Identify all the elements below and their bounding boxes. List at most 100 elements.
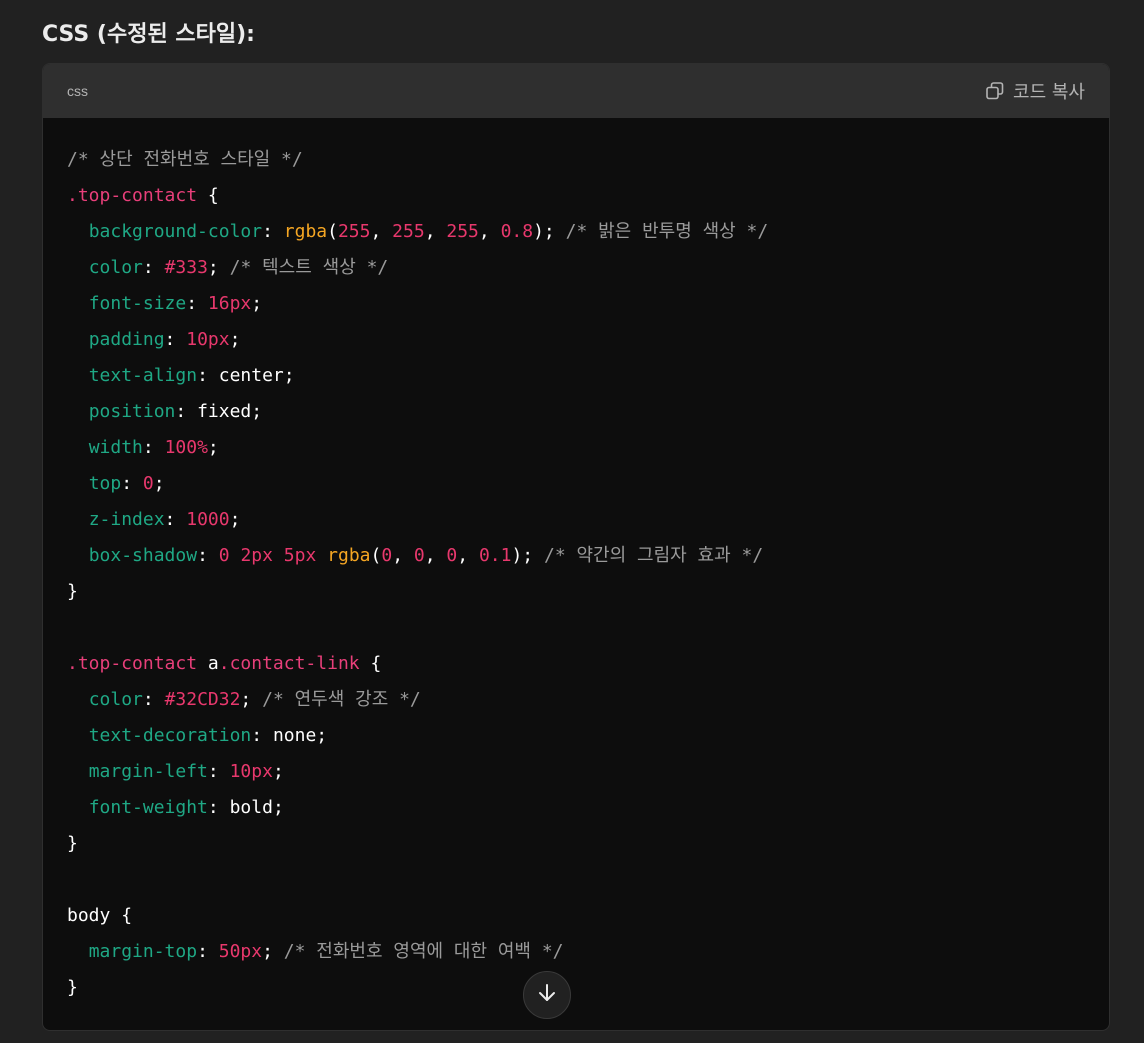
code-token-punct xyxy=(67,401,89,422)
code-token-punct: ; xyxy=(240,689,263,710)
copy-icon xyxy=(985,81,1005,101)
code-line: .top-contact a.contact-link { xyxy=(67,646,1085,682)
code-token-comment: /* 연두색 강조 */ xyxy=(262,689,421,710)
code-token-punct: ; xyxy=(272,761,284,782)
code-token-punct xyxy=(67,221,89,242)
code-token-selector: .contact-link xyxy=(218,653,360,674)
code-token-punct: ( xyxy=(327,221,338,242)
code-token-punct: , xyxy=(424,221,447,242)
code-token-prop: color xyxy=(88,257,143,278)
code-token-prop: position xyxy=(88,401,176,422)
code-token-prop: color xyxy=(88,689,143,710)
code-token-punct xyxy=(316,545,327,566)
code-token-kw: a xyxy=(197,653,219,674)
code-line: color: #333; /* 텍스트 색상 */ xyxy=(67,250,1085,286)
code-token-comment: /* 상단 전화번호 스타일 */ xyxy=(67,149,303,170)
code-block: css 코드 복사 /* 상단 전화번호 스타일 */ .top-contact … xyxy=(42,63,1110,1031)
code-token-punct xyxy=(67,797,89,818)
code-token-punct xyxy=(273,545,284,566)
code-line: position: fixed; xyxy=(67,394,1085,430)
code-token-kw: fixed xyxy=(197,401,252,422)
chat-page: CSS (수정된 스타일): css 코드 복사 /* 상단 전화번호 스타일 … xyxy=(0,0,1144,1043)
code-line: /* 상단 전화번호 스타일 */ xyxy=(67,142,1085,178)
code-token-punct: : xyxy=(164,509,187,530)
code-token-num: 0 xyxy=(446,545,458,566)
code-line: width: 100%; xyxy=(67,430,1085,466)
code-line: z-index: 1000; xyxy=(67,502,1085,538)
code-token-kw: none xyxy=(272,725,317,746)
code-token-num: 2px xyxy=(240,545,273,566)
code-token-kw: bold xyxy=(229,797,273,818)
code-token-punct: ; xyxy=(272,797,284,818)
code-token-selector: .top-contact xyxy=(67,185,198,206)
code-token-punct: ; xyxy=(251,293,263,314)
code-token-prop: box-shadow xyxy=(88,545,198,566)
code-content: /* 상단 전화번호 스타일 */ .top-contact { backgrou… xyxy=(43,118,1109,1006)
code-line: margin-top: 50px; /* 전화번호 영역에 대한 여백 */ xyxy=(67,934,1085,970)
code-token-punct: : xyxy=(142,689,165,710)
code-token-punct: , xyxy=(424,545,447,566)
code-token-num: 100% xyxy=(164,437,208,458)
scroll-down-button[interactable] xyxy=(523,971,571,1019)
code-token-punct: : xyxy=(186,293,208,314)
code-token-punct xyxy=(67,725,89,746)
code-token-punct: ; xyxy=(229,329,241,350)
code-token-num: 5px xyxy=(283,545,317,566)
code-token-punct xyxy=(67,365,89,386)
code-token-num: 50px xyxy=(218,941,263,962)
code-token-punct: ; xyxy=(153,473,165,494)
code-line: } xyxy=(67,574,1085,610)
code-language-label: css xyxy=(67,83,88,99)
code-token-prop: font-weight xyxy=(88,797,208,818)
code-token-num: 0 xyxy=(142,473,154,494)
arrow-down-icon xyxy=(536,982,558,1009)
code-token-prop: top xyxy=(88,473,122,494)
code-line: margin-left: 10px; xyxy=(67,754,1085,790)
code-token-punct: ; xyxy=(262,941,284,962)
code-token-punct: : xyxy=(207,797,230,818)
code-token-punct xyxy=(230,545,241,566)
code-line: body { xyxy=(67,898,1085,934)
code-token-punct: : xyxy=(251,725,273,746)
code-token-punct xyxy=(67,473,89,494)
code-token-num: 255 xyxy=(446,221,479,242)
code-token-punct: , xyxy=(392,545,414,566)
code-token-punct: : xyxy=(164,329,187,350)
copy-code-button[interactable]: 코드 복사 xyxy=(985,78,1085,104)
code-line: .top-contact { xyxy=(67,178,1085,214)
code-token-punct: : xyxy=(142,257,165,278)
code-line: text-align: center; xyxy=(67,358,1085,394)
code-line: } xyxy=(67,826,1085,862)
code-token-punct: : xyxy=(207,761,230,782)
code-token-num: 255 xyxy=(392,221,425,242)
code-token-num: #32CD32 xyxy=(164,689,241,710)
code-token-punct: } xyxy=(67,581,78,602)
code-token-punct xyxy=(67,437,89,458)
code-token-selector: .top-contact xyxy=(67,653,198,674)
code-token-fn: rgba xyxy=(327,545,371,566)
code-line: box-shadow: 0 2px 5px rgba(0, 0, 0, 0.1)… xyxy=(67,538,1085,574)
code-token-punct: } xyxy=(67,833,78,854)
code-token-punct: } xyxy=(67,977,78,998)
code-token-prop: text-align xyxy=(88,365,198,386)
code-token-punct: , xyxy=(478,221,501,242)
code-token-comment: /* 텍스트 색상 */ xyxy=(229,257,389,278)
code-token-punct: , xyxy=(370,221,393,242)
code-line: background-color: rgba(255, 255, 255, 0.… xyxy=(67,214,1085,250)
code-token-prop: font-size xyxy=(88,293,187,314)
code-token-num: 255 xyxy=(337,221,371,242)
code-token-punct: : xyxy=(197,941,219,962)
code-token-comment: /* 전화번호 영역에 대한 여백 */ xyxy=(283,941,564,962)
code-token-punct: : xyxy=(262,221,284,242)
code-token-punct xyxy=(67,293,89,314)
code-token-prop: background-color xyxy=(88,221,263,242)
code-token-kw: body xyxy=(67,905,111,926)
code-token-prop: margin-left xyxy=(88,761,208,782)
code-token-fn: rgba xyxy=(283,221,328,242)
code-token-kw: center xyxy=(218,365,284,386)
code-token-prop: padding xyxy=(88,329,165,350)
code-token-num: 0 xyxy=(381,545,393,566)
code-token-punct: { xyxy=(197,185,219,206)
